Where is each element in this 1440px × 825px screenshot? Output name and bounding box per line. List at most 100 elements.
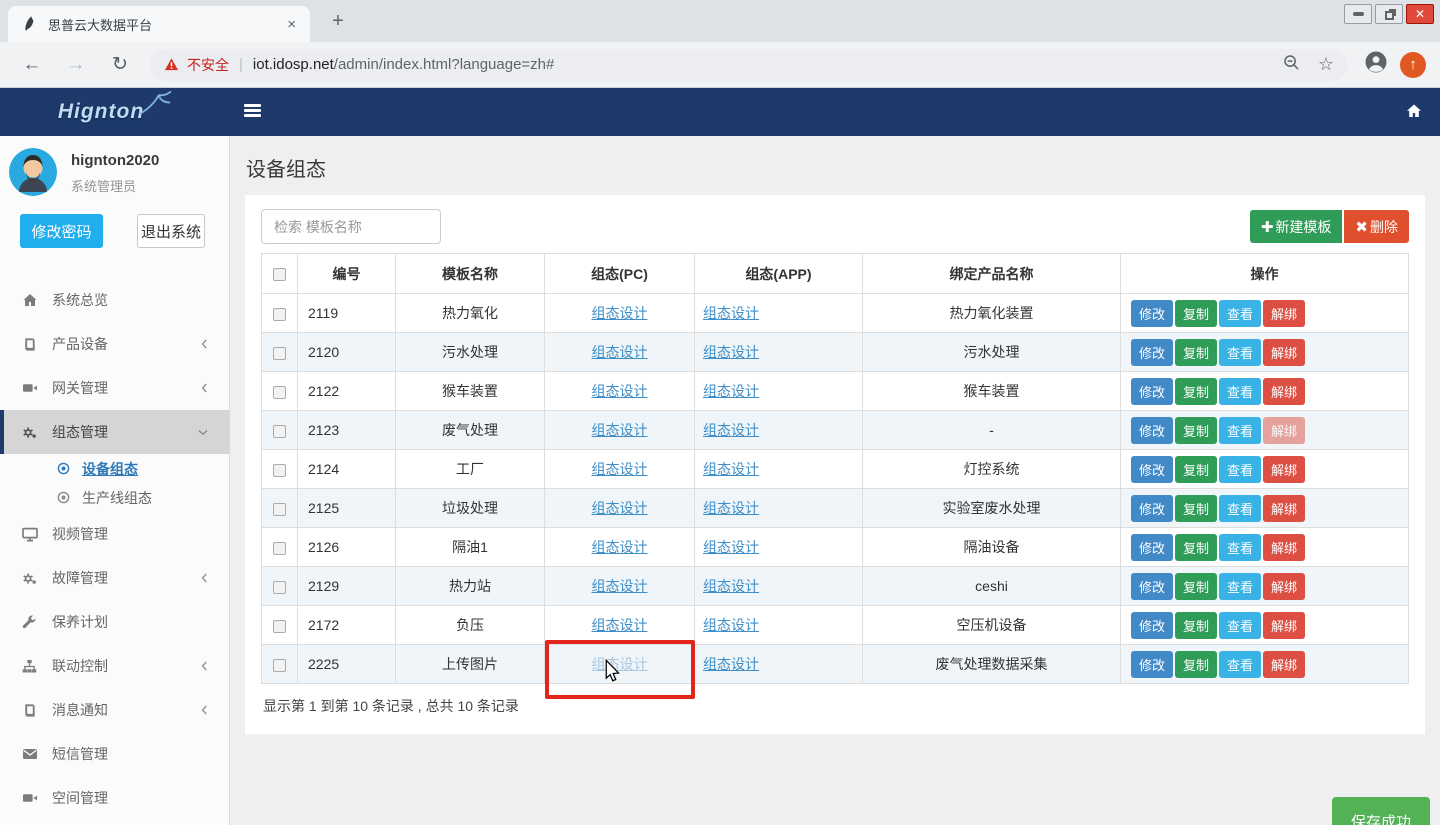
unbind-button[interactable]: 解绑 <box>1263 378 1305 405</box>
row-checkbox[interactable] <box>273 386 286 399</box>
browser-tab[interactable]: 思普云大数据平台 × <box>8 6 310 42</box>
copy-button[interactable]: 复制 <box>1175 534 1217 561</box>
app-design-link[interactable]: 组态设计 <box>703 656 759 672</box>
view-button[interactable]: 查看 <box>1219 456 1261 483</box>
pc-design-link[interactable]: 组态设计 <box>592 344 648 360</box>
pc-design-link[interactable]: 组态设计 <box>592 461 648 477</box>
new-template-button[interactable]: ✚新建模板 <box>1250 210 1343 243</box>
security-warning-icon[interactable] <box>164 57 179 72</box>
sidebar-item-maintenance-plan[interactable]: 保养计划 <box>0 600 229 644</box>
view-button[interactable]: 查看 <box>1219 612 1261 639</box>
sidebar-item-gateway-mgmt[interactable]: 网关管理 <box>0 366 229 410</box>
window-restore-button[interactable] <box>1375 4 1403 24</box>
modify-button[interactable]: 修改 <box>1131 573 1173 600</box>
unbind-button[interactable]: 解绑 <box>1263 651 1305 678</box>
zoom-out-icon[interactable] <box>1283 54 1300 76</box>
pc-design-link[interactable]: 组态设计 <box>592 305 648 321</box>
view-button[interactable]: 查看 <box>1219 573 1261 600</box>
row-checkbox[interactable] <box>273 620 286 633</box>
select-all-checkbox[interactable] <box>273 268 286 281</box>
sidebar-item-message-notify[interactable]: 消息通知 <box>0 688 229 732</box>
browser-update-icon[interactable]: ↑ <box>1400 52 1426 78</box>
view-button[interactable]: 查看 <box>1219 651 1261 678</box>
app-design-link[interactable]: 组态设计 <box>703 344 759 360</box>
modify-button[interactable]: 修改 <box>1131 651 1173 678</box>
app-design-link[interactable]: 组态设计 <box>703 578 759 594</box>
address-bar[interactable]: 不安全 | iot.idosp.net/admin/index.html?lan… <box>150 49 1348 81</box>
sidebar-subitem-line-scada[interactable]: 生产线组态 <box>0 483 229 512</box>
unbind-button[interactable]: 解绑 <box>1263 417 1305 444</box>
unbind-button[interactable]: 解绑 <box>1263 612 1305 639</box>
pc-design-link[interactable]: 组态设计 <box>592 422 648 438</box>
app-design-link[interactable]: 组态设计 <box>703 500 759 516</box>
view-button[interactable]: 查看 <box>1219 417 1261 444</box>
modify-button[interactable]: 修改 <box>1131 378 1173 405</box>
window-minimize-button[interactable] <box>1344 4 1372 24</box>
row-checkbox[interactable] <box>273 581 286 594</box>
row-checkbox[interactable] <box>273 659 286 672</box>
pc-design-link[interactable]: 组态设计 <box>592 539 648 555</box>
copy-button[interactable]: 复制 <box>1175 300 1217 327</box>
unbind-button[interactable]: 解绑 <box>1263 300 1305 327</box>
modify-button[interactable]: 修改 <box>1131 339 1173 366</box>
app-design-link[interactable]: 组态设计 <box>703 383 759 399</box>
app-design-link[interactable]: 组态设计 <box>703 305 759 321</box>
app-design-link[interactable]: 组态设计 <box>703 539 759 555</box>
row-checkbox[interactable] <box>273 503 286 516</box>
sidebar-item-space-mgmt[interactable]: 空间管理 <box>0 776 229 820</box>
window-close-button[interactable]: ✕ <box>1406 4 1434 24</box>
pc-design-link[interactable]: 组态设计 <box>592 617 648 633</box>
delete-button[interactable]: ✖删除 <box>1344 210 1409 243</box>
logout-button[interactable]: 退出系统 <box>137 214 205 248</box>
copy-button[interactable]: 复制 <box>1175 612 1217 639</box>
new-tab-button[interactable]: + <box>326 10 350 34</box>
search-input[interactable] <box>261 209 441 244</box>
sidebar-item-product-device[interactable]: 产品设备 <box>0 322 229 366</box>
bookmark-star-icon[interactable]: ☆ <box>1318 54 1334 75</box>
sidebar-item-fault-mgmt[interactable]: 故障管理 <box>0 556 229 600</box>
unbind-button[interactable]: 解绑 <box>1263 573 1305 600</box>
sidebar-item-video-mgmt[interactable]: 视频管理 <box>0 512 229 556</box>
copy-button[interactable]: 复制 <box>1175 495 1217 522</box>
view-button[interactable]: 查看 <box>1219 378 1261 405</box>
row-checkbox[interactable] <box>273 542 286 555</box>
menu-toggle-button[interactable] <box>244 104 261 119</box>
app-design-link[interactable]: 组态设计 <box>703 461 759 477</box>
modify-button[interactable]: 修改 <box>1131 417 1173 444</box>
copy-button[interactable]: 复制 <box>1175 417 1217 444</box>
modify-button[interactable]: 修改 <box>1131 612 1173 639</box>
sidebar-subitem-device-scada[interactable]: 设备组态 <box>0 454 229 483</box>
app-design-link[interactable]: 组态设计 <box>703 422 759 438</box>
change-password-button[interactable]: 修改密码 <box>20 214 103 248</box>
row-checkbox[interactable] <box>273 347 286 360</box>
sidebar-item-scada-mgmt[interactable]: 组态管理 <box>0 410 229 454</box>
unbind-button[interactable]: 解绑 <box>1263 534 1305 561</box>
copy-button[interactable]: 复制 <box>1175 339 1217 366</box>
copy-button[interactable]: 复制 <box>1175 378 1217 405</box>
row-checkbox[interactable] <box>273 425 286 438</box>
view-button[interactable]: 查看 <box>1219 534 1261 561</box>
app-design-link[interactable]: 组态设计 <box>703 617 759 633</box>
pc-design-link[interactable]: 组态设计 <box>592 383 648 399</box>
row-checkbox[interactable] <box>273 308 286 321</box>
modify-button[interactable]: 修改 <box>1131 300 1173 327</box>
back-icon[interactable]: ← <box>20 54 44 76</box>
sidebar-item-sms-mgmt[interactable]: 短信管理 <box>0 732 229 776</box>
copy-button[interactable]: 复制 <box>1175 651 1217 678</box>
unbind-button[interactable]: 解绑 <box>1263 339 1305 366</box>
pc-design-link[interactable]: 组态设计 <box>592 656 648 672</box>
modify-button[interactable]: 修改 <box>1131 534 1173 561</box>
unbind-button[interactable]: 解绑 <box>1263 495 1305 522</box>
copy-button[interactable]: 复制 <box>1175 456 1217 483</box>
modify-button[interactable]: 修改 <box>1131 456 1173 483</box>
view-button[interactable]: 查看 <box>1219 495 1261 522</box>
sidebar-item-linkage-control[interactable]: 联动控制 <box>0 644 229 688</box>
modify-button[interactable]: 修改 <box>1131 495 1173 522</box>
view-button[interactable]: 查看 <box>1219 339 1261 366</box>
tab-close-icon[interactable]: × <box>283 16 300 33</box>
browser-profile-icon[interactable] <box>1364 50 1388 79</box>
reload-icon[interactable]: ↻ <box>108 53 132 76</box>
pc-design-link[interactable]: 组态设计 <box>592 578 648 594</box>
view-button[interactable]: 查看 <box>1219 300 1261 327</box>
copy-button[interactable]: 复制 <box>1175 573 1217 600</box>
